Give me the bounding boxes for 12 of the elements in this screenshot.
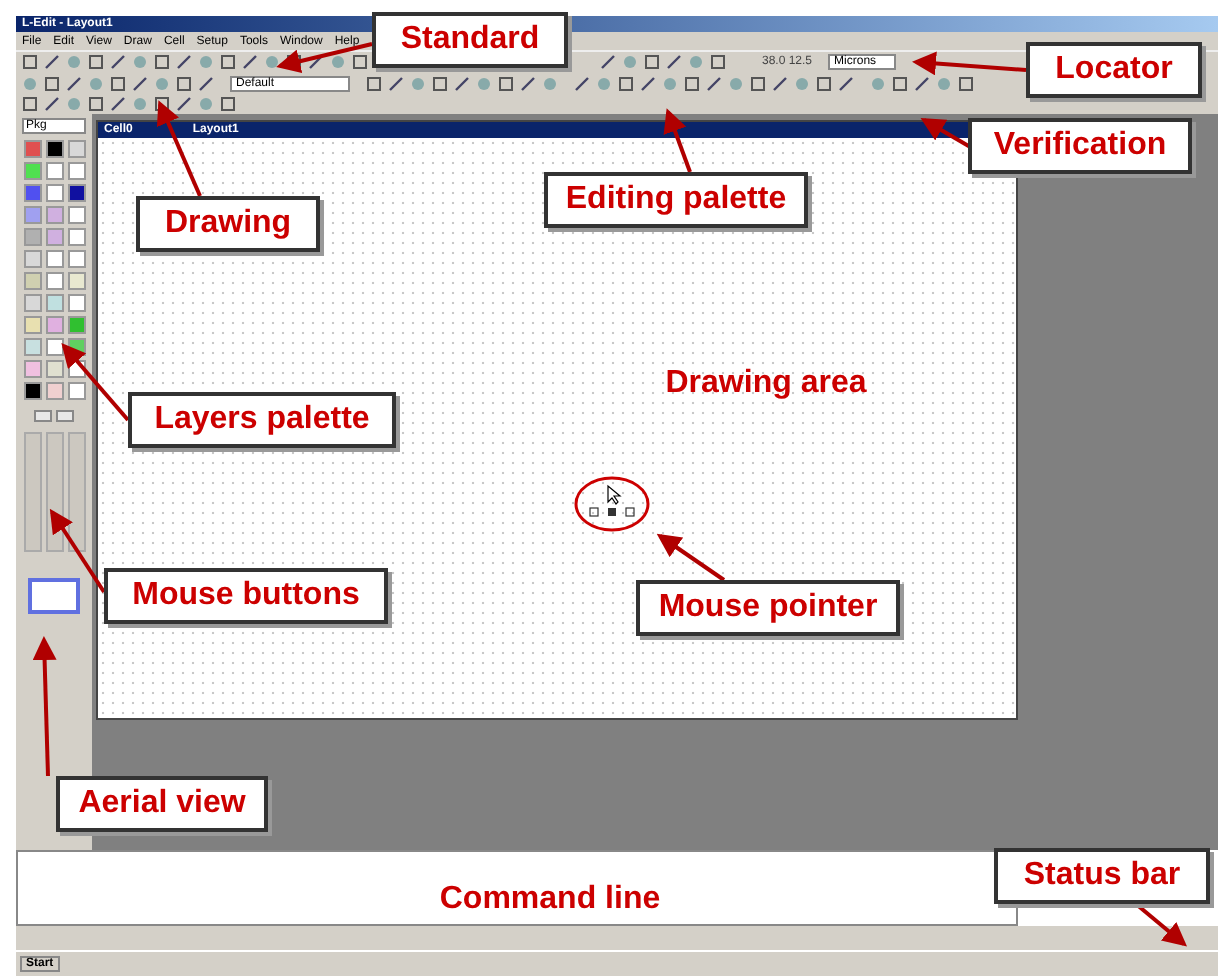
callout-label: Layers palette <box>128 392 396 448</box>
callout-label: Mouse buttons <box>104 568 388 624</box>
callout-label: Mouse pointer <box>636 580 900 636</box>
callout-label: Locator <box>1026 42 1202 98</box>
callout-label: Editing palette <box>544 172 808 228</box>
callout-label: Aerial view <box>56 776 268 832</box>
callout-label: Drawing <box>136 196 320 252</box>
callout-label: Status bar <box>994 848 1210 904</box>
callout-label: Command line <box>437 880 663 920</box>
callout-label: Drawing area <box>663 364 869 404</box>
callout-label: Verification <box>968 118 1192 174</box>
callout-label: Standard <box>372 12 568 68</box>
